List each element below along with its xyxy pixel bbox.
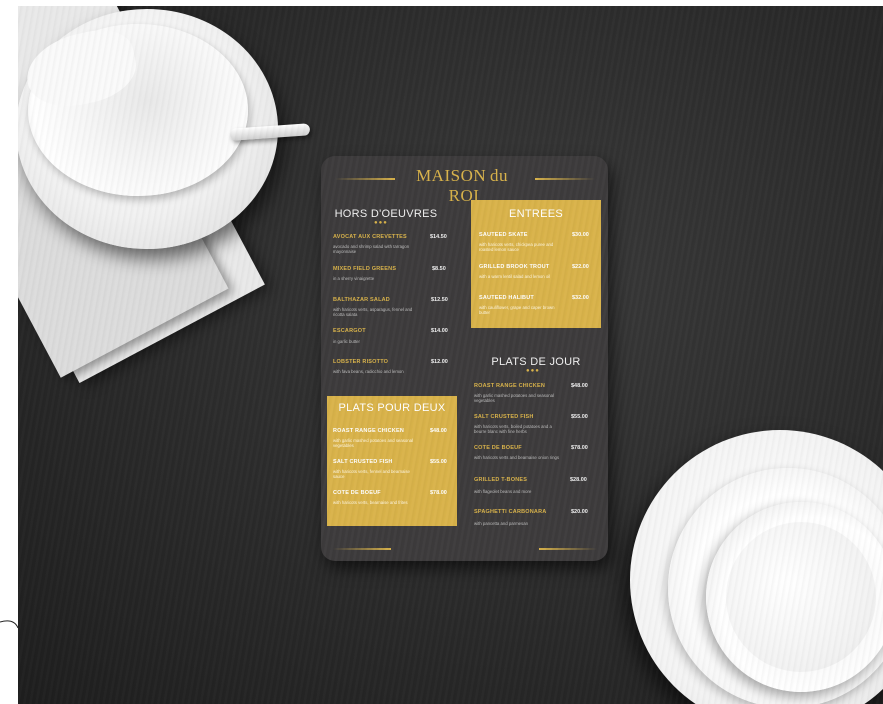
header-rule-left [335, 178, 395, 180]
menu-card: MAISON du ROI HORS D'OEUVRES ●●● AVOCAT … [321, 156, 608, 561]
menu-item-name: SAUTEED SKATE [479, 232, 528, 238]
menu-header: MAISON du ROI [321, 166, 608, 205]
menu-item-price: $30.00 [572, 232, 589, 238]
menu-item-price: $8.50 [432, 266, 446, 272]
menu-item-name: SALT CRUSTED FISH [333, 459, 393, 465]
menu-item-desc: with haricots verts, chickpea puree and … [479, 242, 554, 253]
menu-item-name: SAUTEED HALIBUT [479, 295, 534, 301]
menu-item-name: BALTHAZAR SALAD [333, 297, 390, 303]
plats-pour-deux-box: PLATS POUR DEUX ROAST RANGE CHICKEN $48.… [327, 396, 457, 526]
plats-pour-deux-title: PLATS POUR DEUX [338, 402, 446, 414]
plats-de-jour-title: PLATS DE JOUR [491, 356, 581, 368]
menu-item-desc: with pancetta and parmesan [474, 521, 528, 526]
menu-item-name: LOBSTER RISOTTO [333, 359, 389, 365]
section-dots: ●●● [526, 368, 540, 374]
page-edge-curve [0, 620, 18, 629]
menu-item-desc: in garlic butter [333, 339, 360, 344]
menu-item-name: ROAST RANGE CHICKEN [474, 383, 546, 389]
menu-item-price: $48.00 [571, 383, 588, 389]
menu-item-name: SPAGHETTI CARBONARA [474, 509, 547, 515]
menu-item-price: $55.00 [430, 459, 447, 465]
section-dots: ●●● [374, 220, 388, 226]
menu-item-name: MIXED FIELD GREENS [333, 266, 397, 272]
menu-item-price: $20.00 [571, 509, 588, 515]
menu-item-name: GRILLED T-BONES [474, 477, 528, 483]
menu-item-desc: with haricots verts, boiled potatoes and… [474, 424, 552, 435]
menu-item-desc: with garlic mashed potatoes and seasonal… [333, 438, 414, 449]
table-surface: MAISON du ROI HORS D'OEUVRES ●●● AVOCAT … [18, 6, 883, 704]
menu-item-name: ROAST RANGE CHICKEN [333, 428, 405, 434]
menu-item-name: GRILLED BROOK TROUT [479, 264, 550, 270]
menu-item-price: $22.00 [572, 264, 589, 270]
menu-item-name: COTE DE BOEUF [333, 490, 381, 496]
menu-item-name: ESCARGOT [333, 328, 366, 334]
entrees-title: ENTREES [508, 208, 564, 220]
bowl-inner [726, 522, 876, 672]
menu-item-name: COTE DE BOEUF [474, 445, 522, 451]
header-rule-right [535, 178, 595, 180]
menu-item-desc: with haricots verts, bearnaise and frite… [333, 500, 408, 505]
entrees-box: ENTREES SAUTEED SKATE $30.00 with harico… [471, 200, 601, 328]
menu-item-desc: with cauliflower, grape and caper brown … [479, 305, 555, 316]
menu-item-price: $12.00 [431, 359, 448, 365]
menu-item-price: $28.00 [570, 477, 587, 483]
menu-item-desc: in a sherry vinaigrette [333, 276, 375, 281]
menu-item-price: $78.00 [571, 445, 588, 451]
footer-rule-right [539, 548, 597, 550]
menu-item-desc: with haricots verts, asparagus, fennel a… [333, 307, 413, 318]
menu-item-price: $32.00 [572, 295, 589, 301]
menu-item-desc: avocado and shrimp salad with tarragon m… [333, 244, 410, 255]
menu-item-price: $78.00 [430, 490, 447, 496]
menu-item-price: $14.50 [430, 234, 447, 240]
menu-item-price: $14.00 [431, 328, 448, 334]
menu-item-name: AVOCAT AUX CREVETTES [333, 234, 407, 240]
footer-rule-left [333, 548, 391, 550]
menu-item-price: $12.50 [431, 297, 448, 303]
menu-item-desc: with a warm lentil salad and lemon oil [479, 274, 551, 279]
menu-item-desc: with fava beans, radicchio and lemon [333, 369, 404, 374]
menu-item-price: $48.00 [430, 428, 447, 434]
menu-item-desc: with flageolet beans and more [474, 489, 532, 494]
menu-item-desc: with haricots verts and bearnaise onion … [474, 455, 560, 460]
menu-item-desc: with garlic mashed potatoes and seasonal… [474, 393, 555, 404]
menu-item-price: $55.00 [571, 414, 588, 420]
menu-item-desc: with haricots verts, fennel and bearnais… [333, 469, 410, 480]
menu-item-name: SALT CRUSTED FISH [474, 414, 534, 420]
hors-doeuvres-title: HORS D'OEUVRES [334, 208, 438, 220]
